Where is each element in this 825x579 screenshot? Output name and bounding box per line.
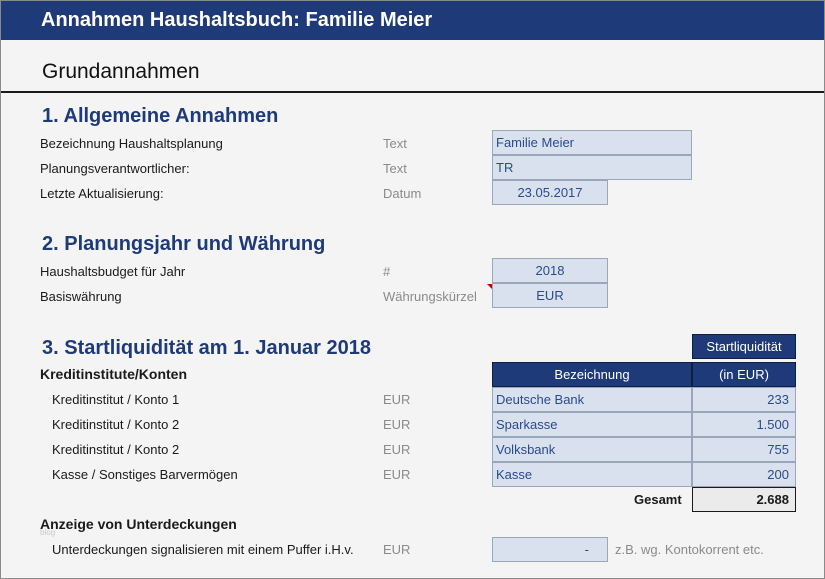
last-update-input[interactable]: 23.05.2017 [492, 180, 608, 205]
account-name-input[interactable]: Kasse [492, 462, 692, 487]
account-amount-input[interactable]: 200 [692, 462, 796, 487]
account-label: Kreditinstitut / Konto 2 [52, 442, 180, 457]
planner-input[interactable]: TR [492, 155, 692, 180]
row-label: Bezeichnung Haushaltsplanung [40, 136, 223, 151]
row-label: Haushaltsbudget für Jahr [40, 264, 186, 279]
subtitle: Grundannahmen [42, 60, 200, 83]
watermark: blog [40, 528, 56, 537]
shortfall-title: Anzeige von Unterdeckungen [40, 516, 237, 532]
row-type: Text [383, 161, 407, 176]
header-bezeichnung: Bezeichnung [492, 362, 692, 387]
account-type: EUR [383, 392, 411, 407]
section-3-title: 3. Startliquidität am 1. Januar 2018 [42, 337, 372, 359]
row-type: Währungskürzel [383, 289, 477, 304]
header-unit: (in EUR) [692, 362, 796, 387]
shortfall-type: EUR [383, 542, 411, 557]
budget-year-input[interactable]: 2018 [492, 258, 608, 283]
household-name-input[interactable]: Familie Meier [492, 130, 692, 155]
row-label: Letzte Aktualisierung: [40, 186, 164, 201]
group-label: Kreditinstitute/Konten [40, 366, 187, 382]
account-amount-input[interactable]: 233 [692, 387, 796, 412]
total-label: Gesamt [634, 492, 682, 507]
row-label: Basiswährung [40, 289, 122, 304]
account-amount-input[interactable]: 755 [692, 437, 796, 462]
row-type: Text [383, 136, 407, 151]
section-1-title: 1. Allgemeine Annahmen [42, 105, 279, 127]
account-label: Kreditinstitut / Konto 2 [52, 417, 180, 432]
account-name-input[interactable]: Volksbank [492, 437, 692, 462]
shortfall-label: Unterdeckungen signalisieren mit einem P… [52, 542, 354, 557]
row-type: # [383, 264, 391, 279]
account-name-input[interactable]: Sparkasse [492, 412, 692, 437]
shortfall-buffer-input[interactable]: - [492, 537, 608, 562]
account-label: Kreditinstitut / Konto 1 [52, 392, 180, 407]
account-name-input[interactable]: Deutsche Bank [492, 387, 692, 412]
account-amount-input[interactable]: 1.500 [692, 412, 796, 437]
account-type: EUR [383, 467, 411, 482]
page-title: Annahmen Haushaltsbuch: Familie Meier [41, 9, 433, 31]
account-label: Kasse / Sonstiges Barvermögen [52, 467, 238, 482]
divider [1, 91, 824, 93]
base-currency-input[interactable]: EUR [492, 283, 608, 308]
row-label: Planungsverantwortlicher: [40, 161, 190, 176]
account-type: EUR [383, 417, 411, 432]
row-type: Datum [383, 186, 422, 201]
section-2-title: 2. Planungsjahr und Währung [42, 233, 326, 255]
header-startliquiditaet: Startliquidität [692, 334, 796, 359]
shortfall-note: z.B. wg. Kontokorrent etc. [615, 542, 764, 557]
account-type: EUR [383, 442, 411, 457]
total-value: 2.688 [692, 487, 796, 512]
title-bar: Annahmen Haushaltsbuch: Familie Meier [1, 1, 824, 40]
